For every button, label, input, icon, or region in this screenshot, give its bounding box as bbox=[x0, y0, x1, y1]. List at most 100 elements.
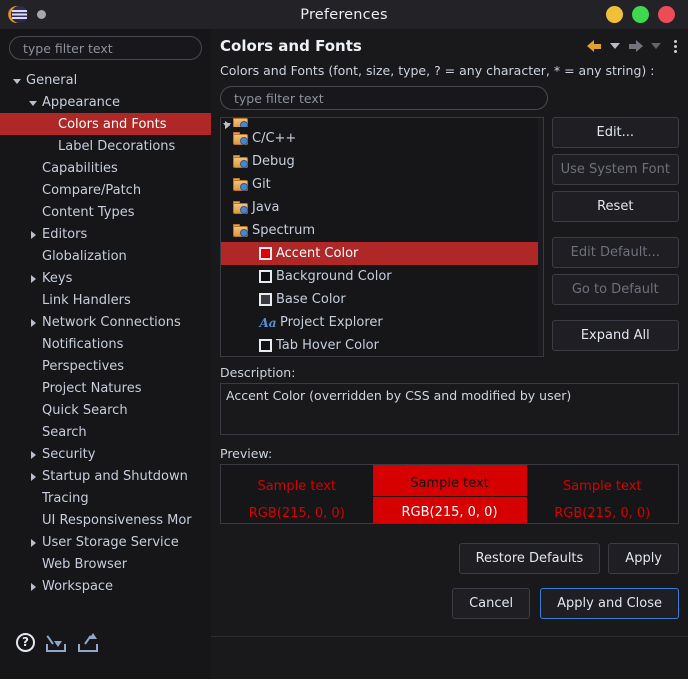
chevron-closed-icon[interactable] bbox=[27, 228, 40, 241]
sidebar-item-network-connections[interactable]: Network Connections bbox=[0, 311, 211, 333]
go-to-default-button: Go to Default bbox=[551, 274, 679, 305]
tree-row[interactable]: Tab Hover Color bbox=[221, 334, 543, 356]
sidebar-item-label: Notifications bbox=[42, 336, 124, 352]
folder-icon bbox=[233, 201, 249, 214]
sidebar-filter-input[interactable] bbox=[9, 36, 202, 60]
tree-row[interactable]: Base Color bbox=[221, 288, 543, 311]
sidebar-item-label: General bbox=[26, 72, 78, 88]
sidebar-item-compare-patch[interactable]: Compare/Patch bbox=[0, 179, 211, 201]
sidebar-item-content-types[interactable]: Content Types bbox=[0, 201, 211, 223]
sidebar-item-appearance[interactable]: Appearance bbox=[0, 91, 211, 113]
sidebar-item-label: Keys bbox=[42, 270, 73, 286]
tree-row[interactable]: Debug bbox=[221, 150, 543, 173]
cancel-button[interactable]: Cancel bbox=[452, 588, 531, 619]
sidebar-item-quick-search[interactable]: Quick Search bbox=[0, 399, 211, 421]
chevron-open-icon[interactable] bbox=[11, 74, 24, 87]
chevron-closed-icon[interactable] bbox=[27, 536, 40, 549]
sidebar-item-perspectives[interactable]: Perspectives bbox=[0, 355, 211, 377]
sidebar-item-label: Capabilities bbox=[42, 160, 118, 176]
preview-sample-text: Sample text bbox=[257, 479, 337, 494]
chevron-closed-icon[interactable] bbox=[27, 470, 40, 483]
chevron-open-icon[interactable] bbox=[27, 96, 40, 109]
folder-icon bbox=[233, 132, 249, 145]
tree-row[interactable]: Git bbox=[221, 173, 543, 196]
sidebar-item-capabilities[interactable]: Capabilities bbox=[0, 157, 211, 179]
help-icon[interactable]: ? bbox=[16, 633, 35, 652]
tree-row-label: Base Color bbox=[276, 292, 346, 307]
tree-row[interactable]: Background Color bbox=[221, 265, 543, 288]
edit-button[interactable]: Edit... bbox=[551, 117, 679, 148]
restore-defaults-button[interactable]: Restore Defaults bbox=[458, 543, 601, 574]
eclipse-logo-icon bbox=[11, 6, 28, 23]
chevron-closed-icon[interactable] bbox=[27, 316, 40, 329]
sidebar-item-label: Project Natures bbox=[42, 380, 142, 396]
maximize-button[interactable] bbox=[632, 6, 649, 23]
sidebar-item-search[interactable]: Search bbox=[0, 421, 211, 443]
sidebar-item-startup-and-shutdown[interactable]: Startup and Shutdown bbox=[0, 465, 211, 487]
filter-caption: Colors and Fonts (font, size, type, ? = … bbox=[220, 63, 655, 78]
tree-side-buttons: Edit... Use System Font Reset Edit Default.… bbox=[551, 117, 679, 357]
sidebar-item-label: Quick Search bbox=[42, 402, 128, 418]
sidebar-item-project-natures[interactable]: Project Natures bbox=[0, 377, 211, 399]
sidebar-item-ui-responsiveness-mor[interactable]: UI Responsiveness Mor bbox=[0, 509, 211, 531]
chevron-closed-icon[interactable] bbox=[27, 272, 40, 285]
tree-row[interactable]: Spectrum bbox=[221, 219, 543, 242]
folder-icon bbox=[233, 178, 249, 191]
chevron-closed-icon[interactable] bbox=[27, 580, 40, 593]
folder-icon bbox=[233, 224, 249, 237]
tree-vertical-scrollbar[interactable] bbox=[537, 118, 543, 356]
minimize-button[interactable] bbox=[606, 6, 623, 23]
expand-all-button[interactable]: Expand All bbox=[551, 320, 679, 351]
export-preferences-icon[interactable] bbox=[77, 633, 99, 652]
sidebar-item-globalization[interactable]: Globalization bbox=[0, 245, 211, 267]
description-box: Accent Color (overridden by CSS and modi… bbox=[220, 383, 679, 435]
colors-and-fonts-tree[interactable]: C/C++ Debug Git Java Spectrum Accent Color Bac… bbox=[220, 117, 544, 357]
tree-row-label: Git bbox=[252, 177, 271, 192]
color-swatch-icon bbox=[259, 339, 272, 352]
sidebar-item-web-browser[interactable]: Web Browser bbox=[0, 553, 211, 575]
preferences-sidebar: General Appearance Colors and Fonts Label D… bbox=[0, 29, 211, 679]
back-icon[interactable] bbox=[586, 39, 603, 54]
chevron-closed-icon[interactable] bbox=[27, 448, 40, 461]
preview-cell: Sample text RGB(215, 0, 0) bbox=[221, 465, 373, 523]
preview-box: Sample text RGB(215, 0, 0) Sample text RGB(… bbox=[220, 464, 679, 524]
tree-row[interactable]: C/C++ bbox=[221, 127, 543, 150]
tree-row[interactable]: Aa Project Explorer bbox=[221, 311, 543, 334]
tree-row[interactable]: Accent Color bbox=[221, 242, 543, 265]
tree-row-partial[interactable] bbox=[221, 118, 543, 127]
sidebar-item-keys[interactable]: Keys bbox=[0, 267, 211, 289]
colors-filter-input[interactable] bbox=[220, 86, 548, 110]
sidebar-action-icons: ? bbox=[16, 633, 99, 652]
preview-rgb-value: RGB(215, 0, 0) bbox=[554, 506, 651, 521]
apply-button[interactable]: Apply bbox=[608, 543, 679, 574]
close-button[interactable] bbox=[658, 6, 675, 23]
apply-and-close-button[interactable]: Apply and Close bbox=[540, 588, 679, 619]
back-dropdown-icon[interactable] bbox=[610, 43, 620, 49]
gray-dot-icon bbox=[37, 10, 46, 19]
import-preferences-icon[interactable] bbox=[45, 633, 67, 652]
sidebar-item-user-storage-service[interactable]: User Storage Service bbox=[0, 531, 211, 553]
sidebar-item-colors-and-fonts[interactable]: Colors and Fonts bbox=[0, 113, 211, 135]
sidebar-item-notifications[interactable]: Notifications bbox=[0, 333, 211, 355]
sidebar-item-label: Editors bbox=[42, 226, 88, 242]
sidebar-item-label: Compare/Patch bbox=[42, 182, 142, 198]
sidebar-item-link-handlers[interactable]: Link Handlers bbox=[0, 289, 211, 311]
tree-row-label: Java bbox=[252, 200, 280, 215]
sidebar-item-editors[interactable]: Editors bbox=[0, 223, 211, 245]
sidebar-item-workspace[interactable]: Workspace bbox=[0, 575, 211, 597]
reset-button[interactable]: Reset bbox=[551, 191, 679, 222]
sidebar-item-security[interactable]: Security bbox=[0, 443, 211, 465]
sidebar-item-general[interactable]: General bbox=[0, 69, 211, 91]
folder-icon bbox=[233, 155, 249, 168]
tree-row[interactable]: Java bbox=[221, 196, 543, 219]
menu-kebab-icon[interactable] bbox=[668, 38, 682, 54]
sidebar-item-tracing[interactable]: Tracing bbox=[0, 487, 211, 509]
page-header: Colors and Fonts bbox=[211, 29, 688, 63]
sidebar-item-label-decorations[interactable]: Label Decorations bbox=[0, 135, 211, 157]
preferences-tree: General Appearance Colors and Fonts Label D… bbox=[0, 69, 211, 597]
